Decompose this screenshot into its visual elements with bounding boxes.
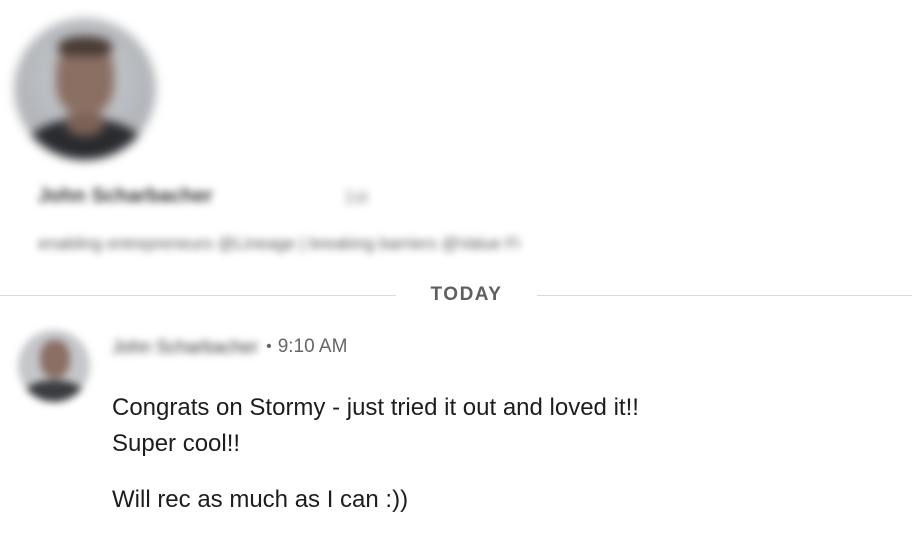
- message-timestamp: 9:10 AM: [277, 336, 348, 357]
- divider-line-left: [0, 295, 396, 296]
- message-line: Super cool!!: [112, 430, 241, 457]
- avatar-face: [40, 340, 70, 378]
- message-paragraph: Congrats on Stormy - just tried it out a…: [112, 390, 892, 462]
- profile-avatar[interactable]: [14, 18, 156, 160]
- date-divider: TODAY: [0, 282, 912, 310]
- message-sender-name[interactable]: John Scharbacher: [112, 337, 258, 358]
- date-divider-label: TODAY: [430, 284, 503, 305]
- message-header: John Scharbacher • 9:10 AM: [112, 336, 347, 362]
- divider-line-right: [537, 295, 912, 296]
- message-separator: •: [266, 338, 272, 355]
- profile-headline: enabling entrepreneurs @Lineage | breaki…: [38, 234, 520, 253]
- message-sender-avatar[interactable]: [18, 330, 90, 402]
- avatar-neck: [66, 114, 104, 136]
- profile-connection-degree: 1st: [344, 187, 369, 207]
- message-body: Congrats on Stormy - just tried it out a…: [112, 390, 892, 518]
- avatar-shoulders: [22, 380, 86, 402]
- message-line: Congrats on Stormy - just tried it out a…: [112, 394, 639, 421]
- avatar-hair: [58, 36, 112, 56]
- profile-name[interactable]: John Scharbacher: [38, 185, 213, 208]
- message-paragraph: Will rec as much as I can :)): [112, 486, 409, 513]
